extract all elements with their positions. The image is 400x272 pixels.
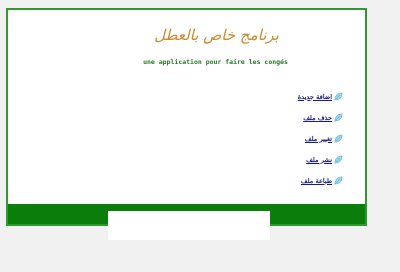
leaf-icon <box>334 176 343 185</box>
main-menu: اضافة جديدة حذف ملف تغيير ملف نشر ملف طب… <box>298 92 343 185</box>
menu-item-add-new[interactable]: اضافة جديدة <box>298 92 343 101</box>
menu-item-label: طباعة ملف <box>300 176 332 185</box>
menu-item-label: نشر ملف <box>306 155 332 164</box>
menu-item-edit-file[interactable]: تغيير ملف <box>305 134 343 143</box>
menu-item-publish-file[interactable]: نشر ملف <box>306 155 343 164</box>
leaf-icon <box>334 113 343 122</box>
menu-item-print-file[interactable]: طباعة ملف <box>301 176 343 185</box>
app-frame: برنامج خاص بالعطل une application pour f… <box>6 8 367 226</box>
footer-panel <box>108 211 270 240</box>
menu-item-delete-file[interactable]: حذف ملف <box>303 113 343 122</box>
menu-item-label: اضافة جديدة <box>297 92 332 101</box>
menu-item-label: حذف ملف <box>303 113 332 122</box>
leaf-icon <box>334 92 343 101</box>
page-title: برنامج خاص بالعطل <box>154 26 279 44</box>
menu-item-label: تغيير ملف <box>304 134 332 143</box>
leaf-icon <box>334 134 343 143</box>
page-subtitle: une application pour faire les congés <box>143 58 288 66</box>
leaf-icon <box>334 155 343 164</box>
